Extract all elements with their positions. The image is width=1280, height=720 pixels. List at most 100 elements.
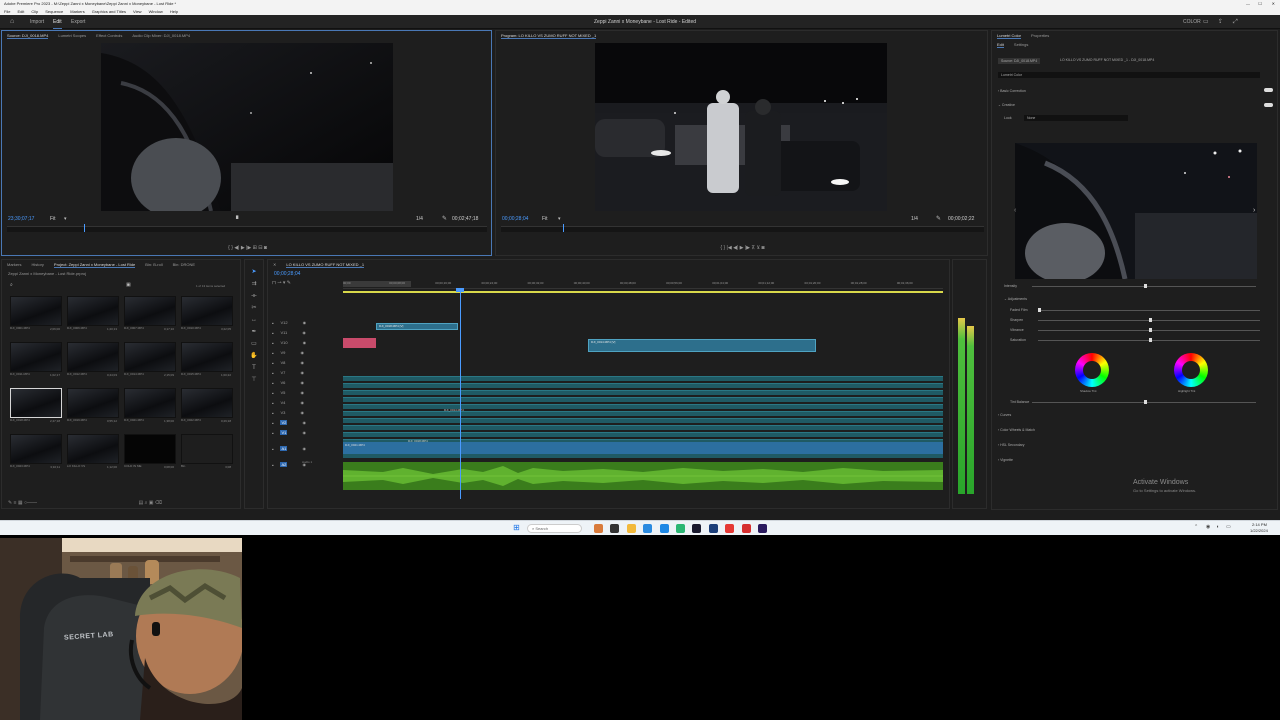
lock-icon[interactable]: 🔒︎ [272, 381, 274, 385]
lock-icon[interactable]: 🔒︎ [272, 463, 274, 467]
mark-out-icon[interactable]: } [723, 245, 725, 251]
source-timecode[interactable]: 23;30;07;17 [8, 216, 34, 222]
program-video-frame[interactable] [595, 43, 887, 211]
play-icon[interactable]: ▶ [740, 245, 744, 251]
section-vignette[interactable]: › Vignette [998, 458, 1013, 462]
edge-browser-icon[interactable] [643, 524, 652, 533]
timeline-tracks[interactable]: DJI_0018.MP4 [V] DJI_0014.MP4 [V] DJI_00… [343, 288, 943, 499]
track-header[interactable]: 🔒︎ V3 ◉ [272, 410, 340, 418]
project-item[interactable]: DJI_0007.MP4 0;17;10 [124, 296, 176, 332]
mark-out-icon[interactable]: } [231, 245, 233, 251]
lock-icon[interactable]: 🔒︎ [272, 371, 274, 375]
track-header[interactable]: 🔒︎ V1 ◉ [272, 430, 340, 438]
project-item[interactable]: DJI_0012.MP4 0;44;03 [67, 342, 119, 378]
task-view-icon[interactable] [610, 524, 619, 533]
source-video-frame[interactable] [101, 43, 393, 211]
subtab-settings[interactable]: Settings [1014, 42, 1028, 47]
project-item-thumbnail[interactable] [67, 296, 119, 326]
store-icon[interactable] [660, 524, 669, 533]
slider-thumb[interactable] [1144, 400, 1147, 404]
track-header[interactable]: 🔒︎ V11 ◉ [272, 330, 340, 338]
eye-icon[interactable]: ◉ [302, 340, 307, 345]
tab-properties[interactable]: Properties [1031, 33, 1049, 38]
linked-selection-icon[interactable]: ⊸ [277, 280, 281, 286]
tab-markers[interactable]: Markers [7, 262, 21, 267]
lock-icon[interactable]: 🔒︎ [272, 321, 274, 325]
subtab-edit[interactable]: Edit [997, 42, 1004, 48]
eye-icon[interactable]: ◉ [299, 390, 304, 395]
add-marker-icon[interactable]: ▾ [283, 280, 286, 286]
overwrite-icon[interactable]: ⊟ [258, 245, 262, 251]
search-icon[interactable]: ⌕ [10, 282, 13, 288]
vertical-type-tool-icon[interactable]: ⊤ [245, 374, 263, 386]
clock-date[interactable]: 1/22/2024 [1250, 528, 1268, 533]
project-item[interactable]: DJI_0014.MP4 2;15;09 [124, 342, 176, 378]
clock-time[interactable]: 2:14 PM [1252, 522, 1267, 527]
timeline-clip[interactable] [343, 432, 943, 437]
eye-icon[interactable]: ◉ [302, 320, 307, 325]
step-forward-icon[interactable]: |▶ [745, 245, 750, 251]
slip-tool-icon[interactable]: ↔ [245, 314, 263, 326]
recording-app-icon[interactable] [725, 524, 734, 533]
automate-icon[interactable]: ▤ [138, 500, 143, 506]
lock-icon[interactable]: 🔒︎ [272, 431, 274, 435]
program-playhead[interactable] [563, 224, 564, 232]
chrome-icon[interactable] [676, 524, 685, 533]
tab-bin-drone[interactable]: Bin: DRONE [173, 262, 195, 267]
timeline-clip[interactable] [343, 383, 943, 388]
windows-start-icon[interactable]: ⊞ [513, 523, 520, 532]
hand-tool-icon[interactable]: ✋ [245, 350, 263, 362]
track-header[interactable]: 🔒︎ V6 ◉ [272, 380, 340, 388]
snap-icon[interactable]: ⊓ [272, 280, 276, 286]
project-item[interactable]: DJI_0018.MP4 2;47;18 [10, 388, 62, 424]
eye-icon[interactable]: ◉ [299, 380, 304, 385]
lock-icon[interactable]: 🔒︎ [272, 447, 274, 451]
project-item-thumbnail[interactable] [67, 388, 119, 418]
find-icon[interactable]: ⌕ [145, 500, 148, 506]
project-item-thumbnail[interactable] [10, 388, 62, 418]
project-item-thumbnail[interactable] [124, 434, 176, 464]
lock-icon[interactable]: 🔒︎ [272, 361, 274, 365]
tab-edit[interactable]: Edit [53, 15, 62, 29]
previous-look-icon[interactable]: ‹ [1014, 207, 1016, 214]
project-item-thumbnail[interactable] [181, 296, 233, 326]
fullscreen-icon[interactable]: ⤢ [1233, 15, 1238, 29]
insert-icon[interactable]: ⊞ [253, 245, 257, 251]
project-item-thumbnail[interactable] [181, 388, 233, 418]
track-header[interactable]: 🔒︎ V4 ◉ [272, 400, 340, 408]
taskbar-search[interactable]: ⌕ Search [527, 524, 582, 533]
slider-thumb[interactable] [1038, 308, 1041, 312]
track-header[interactable]: 🔒︎ V9 ◉ [272, 350, 340, 358]
eye-icon[interactable]: ◉ [299, 360, 304, 365]
shadow-tint-wheel[interactable] [1075, 353, 1109, 387]
project-item[interactable]: DJI_0015.MP4 1;00;22 [181, 342, 233, 378]
track-header[interactable]: 🔒︎ V7 ◉ [272, 370, 340, 378]
section-basic-correction[interactable]: › Basic Correction [998, 89, 1026, 93]
timeline-clip[interactable] [343, 418, 943, 423]
chevron-down-icon[interactable]: ▾ [558, 216, 561, 222]
project-item[interactable]: DJI_0006.MP4 1;20;13 [67, 296, 119, 332]
tab-program[interactable]: Program: LO KILLO VS ZUMO RUFF NOT MIXED… [501, 33, 597, 39]
project-item[interactable]: Bin 3;08 [181, 434, 233, 470]
timeline-clip[interactable] [343, 425, 943, 430]
premiere-pro-icon[interactable] [758, 524, 767, 533]
mark-in-icon[interactable]: { [720, 245, 722, 251]
slider-thumb[interactable] [1149, 338, 1152, 342]
lock-icon[interactable]: 🔒︎ [272, 401, 274, 405]
go-to-in-icon[interactable]: |◀ [727, 245, 732, 251]
project-item[interactable]: DJI_0001.MP4 2;06;00 [10, 296, 62, 332]
track-header[interactable]: 🔒︎ V5 ◉ [272, 390, 340, 398]
menu-clip[interactable]: Clip [31, 9, 38, 14]
timeline-timecode[interactable]: 00;00;28;04 [274, 271, 300, 277]
step-forward-icon[interactable]: |▶ [246, 245, 251, 251]
lock-icon[interactable]: 🔒︎ [272, 331, 274, 335]
timeline-clip[interactable] [343, 376, 943, 381]
project-item-thumbnail[interactable] [181, 434, 233, 464]
menu-help[interactable]: Help [170, 9, 178, 14]
track-header[interactable]: 🔒︎ V2 ◉ [272, 420, 340, 428]
menu-graphics[interactable]: Graphics and Titles [92, 9, 126, 14]
project-item-thumbnail[interactable] [181, 342, 233, 372]
wrench-icon[interactable]: ✎ [936, 215, 941, 222]
wrench-icon[interactable]: ✎ [442, 215, 447, 222]
quick-export-icon[interactable]: ⇪ [1218, 15, 1223, 29]
